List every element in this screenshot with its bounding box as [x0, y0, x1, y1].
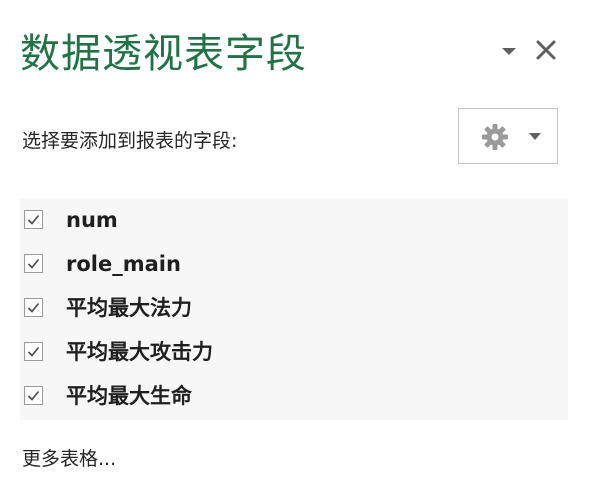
more-tables-link[interactable]: 更多表格... — [22, 446, 116, 472]
dropdown-caret-icon — [529, 133, 541, 140]
field-label: num — [66, 208, 118, 232]
pivot-table-fields-pane: 数据透视表字段 选择要添加到报表的字段: num role_main 平均最大法… — [0, 0, 592, 479]
field-item-num[interactable]: num — [20, 200, 568, 240]
checkmark-icon — [27, 346, 40, 357]
field-checkbox[interactable] — [24, 210, 43, 229]
chevron-down-icon — [502, 48, 516, 55]
field-checkbox[interactable] — [24, 254, 43, 273]
gear-icon — [482, 124, 508, 150]
field-label: 平均最大生命 — [66, 384, 192, 408]
checkmark-icon — [27, 302, 40, 313]
field-list: num role_main 平均最大法力 平均最大攻击力 平均最大生命 — [20, 198, 568, 420]
pane-subtitle: 选择要添加到报表的字段: — [22, 130, 238, 152]
pane-options-button[interactable] — [498, 42, 520, 62]
pane-title: 数据透视表字段 — [20, 31, 307, 77]
checkmark-icon — [27, 214, 40, 225]
field-item-avg-max-mana[interactable]: 平均最大法力 — [20, 288, 568, 328]
field-item-avg-max-health[interactable]: 平均最大生命 — [20, 376, 568, 416]
close-pane-button[interactable] — [532, 36, 560, 66]
field-checkbox[interactable] — [24, 342, 43, 361]
field-checkbox[interactable] — [24, 298, 43, 317]
tools-button[interactable] — [458, 108, 558, 164]
field-checkbox[interactable] — [24, 386, 43, 405]
checkmark-icon — [27, 258, 40, 269]
close-icon — [536, 40, 556, 60]
field-item-avg-max-attack[interactable]: 平均最大攻击力 — [20, 332, 568, 372]
field-item-role-main[interactable]: role_main — [20, 244, 568, 284]
checkmark-icon — [27, 390, 40, 401]
field-label: role_main — [66, 252, 181, 276]
field-label: 平均最大法力 — [66, 296, 192, 320]
field-label: 平均最大攻击力 — [66, 340, 213, 364]
